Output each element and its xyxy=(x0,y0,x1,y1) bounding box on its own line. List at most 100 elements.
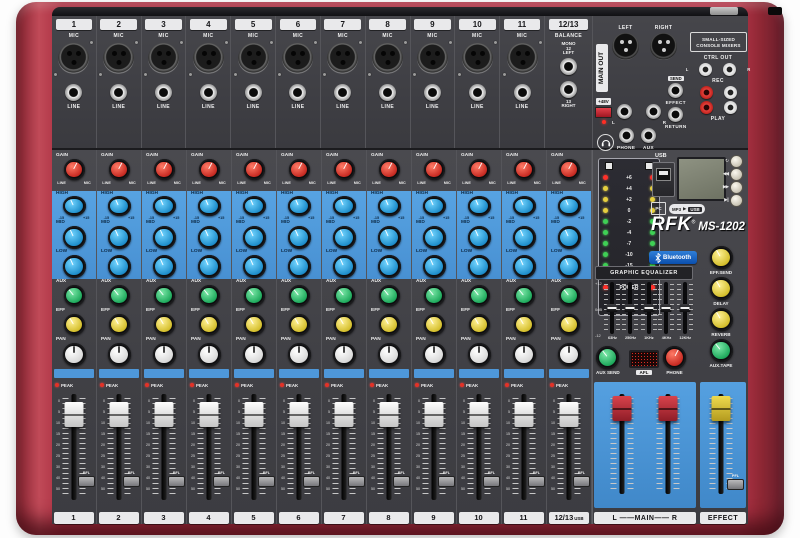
pan-knob[interactable] xyxy=(153,343,176,366)
phantom-power-switch[interactable] xyxy=(595,107,612,118)
pfl-button[interactable] xyxy=(438,476,455,487)
reverb-knob[interactable] xyxy=(710,308,733,331)
eq-low-knob[interactable] xyxy=(108,255,131,278)
pfl-button[interactable] xyxy=(348,476,365,487)
pan-knob[interactable] xyxy=(513,343,536,366)
eff-knob[interactable] xyxy=(64,314,85,335)
geq-slider-track[interactable] xyxy=(683,282,687,334)
eq-high-knob[interactable] xyxy=(333,196,356,216)
aux-knob[interactable] xyxy=(424,285,445,306)
geq-slider-cap[interactable] xyxy=(680,304,691,312)
aux-knob[interactable] xyxy=(289,285,310,306)
pan-knob[interactable] xyxy=(63,343,86,366)
eq-mid-knob[interactable] xyxy=(63,226,86,249)
eq-low-knob[interactable] xyxy=(558,255,581,278)
aux-send-knob[interactable] xyxy=(596,346,619,369)
aux-knob[interactable] xyxy=(154,285,175,306)
eq-mid-knob[interactable] xyxy=(198,226,221,249)
pfl-button[interactable] xyxy=(483,476,500,487)
geq-slider-cap[interactable] xyxy=(607,304,618,312)
eq-low-knob[interactable] xyxy=(513,255,536,278)
pan-knob[interactable] xyxy=(333,343,356,366)
geq-slider-track[interactable] xyxy=(664,282,668,334)
pan-knob[interactable] xyxy=(468,343,491,366)
aux-knob[interactable] xyxy=(469,285,490,306)
geq-slider-cap[interactable] xyxy=(643,304,654,312)
eq-mid-knob[interactable] xyxy=(288,226,311,249)
gain-knob[interactable] xyxy=(379,159,400,180)
eff-knob[interactable] xyxy=(514,314,535,335)
channel-fader[interactable] xyxy=(290,402,309,427)
pan-knob[interactable] xyxy=(198,343,221,366)
channel-fader[interactable] xyxy=(65,402,84,427)
channel-fader[interactable] xyxy=(515,402,534,427)
aux-knob[interactable] xyxy=(559,285,580,306)
geq-slider-cap[interactable] xyxy=(625,304,636,312)
eq-mid-knob[interactable] xyxy=(108,226,131,249)
geq-slider-track[interactable] xyxy=(610,282,614,334)
aux-knob[interactable] xyxy=(199,285,220,306)
pfl-button[interactable] xyxy=(393,476,410,487)
eq-mid-knob[interactable] xyxy=(243,226,266,249)
gain-knob[interactable] xyxy=(109,159,130,180)
eq-high-knob[interactable] xyxy=(423,196,446,216)
gain-knob[interactable] xyxy=(469,159,490,180)
channel-fader[interactable] xyxy=(380,402,399,427)
eq-mid-knob[interactable] xyxy=(378,226,401,249)
channel-fader[interactable] xyxy=(335,402,354,427)
pan-knob[interactable] xyxy=(108,343,131,366)
eq-mid-knob[interactable] xyxy=(333,226,356,249)
aux-knob[interactable] xyxy=(514,285,535,306)
pan-knob[interactable] xyxy=(558,343,581,366)
gain-knob[interactable] xyxy=(244,159,265,180)
eq-low-knob[interactable] xyxy=(198,255,221,278)
eq-mid-knob[interactable] xyxy=(468,226,491,249)
geq-slider-cap[interactable] xyxy=(661,304,672,312)
aux-knob[interactable] xyxy=(244,285,265,306)
main-right-fader[interactable] xyxy=(659,396,678,421)
pan-knob[interactable] xyxy=(288,343,311,366)
repeat-button[interactable] xyxy=(730,155,743,168)
eq-low-knob[interactable] xyxy=(288,255,311,278)
channel-fader[interactable] xyxy=(245,402,264,427)
gain-knob[interactable] xyxy=(154,159,175,180)
previous-track-button[interactable] xyxy=(730,168,743,181)
gain-knob[interactable] xyxy=(334,159,355,180)
eq-high-knob[interactable] xyxy=(378,196,401,216)
pfl-button[interactable] xyxy=(573,476,590,487)
pfl-button[interactable] xyxy=(123,476,140,487)
aux-knob[interactable] xyxy=(334,285,355,306)
effect-fader[interactable] xyxy=(712,396,731,421)
eq-mid-knob[interactable] xyxy=(513,226,536,249)
pfl-button[interactable] xyxy=(303,476,320,487)
pan-knob[interactable] xyxy=(423,343,446,366)
pfl-button[interactable] xyxy=(213,476,230,487)
eq-high-knob[interactable] xyxy=(63,196,86,216)
eq-mid-knob[interactable] xyxy=(558,226,581,249)
aux-knob[interactable] xyxy=(109,285,130,306)
eq-low-knob[interactable] xyxy=(243,255,266,278)
pfl-button[interactable] xyxy=(78,476,95,487)
eq-high-knob[interactable] xyxy=(558,196,581,216)
channel-fader[interactable] xyxy=(110,402,129,427)
pfl-button[interactable] xyxy=(168,476,185,487)
channel-fader[interactable] xyxy=(560,402,579,427)
eq-low-knob[interactable] xyxy=(63,255,86,278)
aux-knob[interactable] xyxy=(64,285,85,306)
channel-fader[interactable] xyxy=(200,402,219,427)
eq-high-knob[interactable] xyxy=(468,196,491,216)
pfl-button[interactable] xyxy=(528,476,545,487)
eq-high-knob[interactable] xyxy=(108,196,131,216)
delay-knob[interactable] xyxy=(710,277,733,300)
gain-knob[interactable] xyxy=(199,159,220,180)
eff-knob[interactable] xyxy=(379,314,400,335)
channel-fader[interactable] xyxy=(155,402,174,427)
eff-knob[interactable] xyxy=(289,314,310,335)
eff-knob[interactable] xyxy=(559,314,580,335)
next-track-button[interactable] xyxy=(730,181,743,194)
eq-high-knob[interactable] xyxy=(198,196,221,216)
phone-level-knob[interactable] xyxy=(663,346,686,369)
gain-knob[interactable] xyxy=(289,159,310,180)
eq-mid-knob[interactable] xyxy=(423,226,446,249)
eff-send-knob[interactable] xyxy=(710,246,733,269)
